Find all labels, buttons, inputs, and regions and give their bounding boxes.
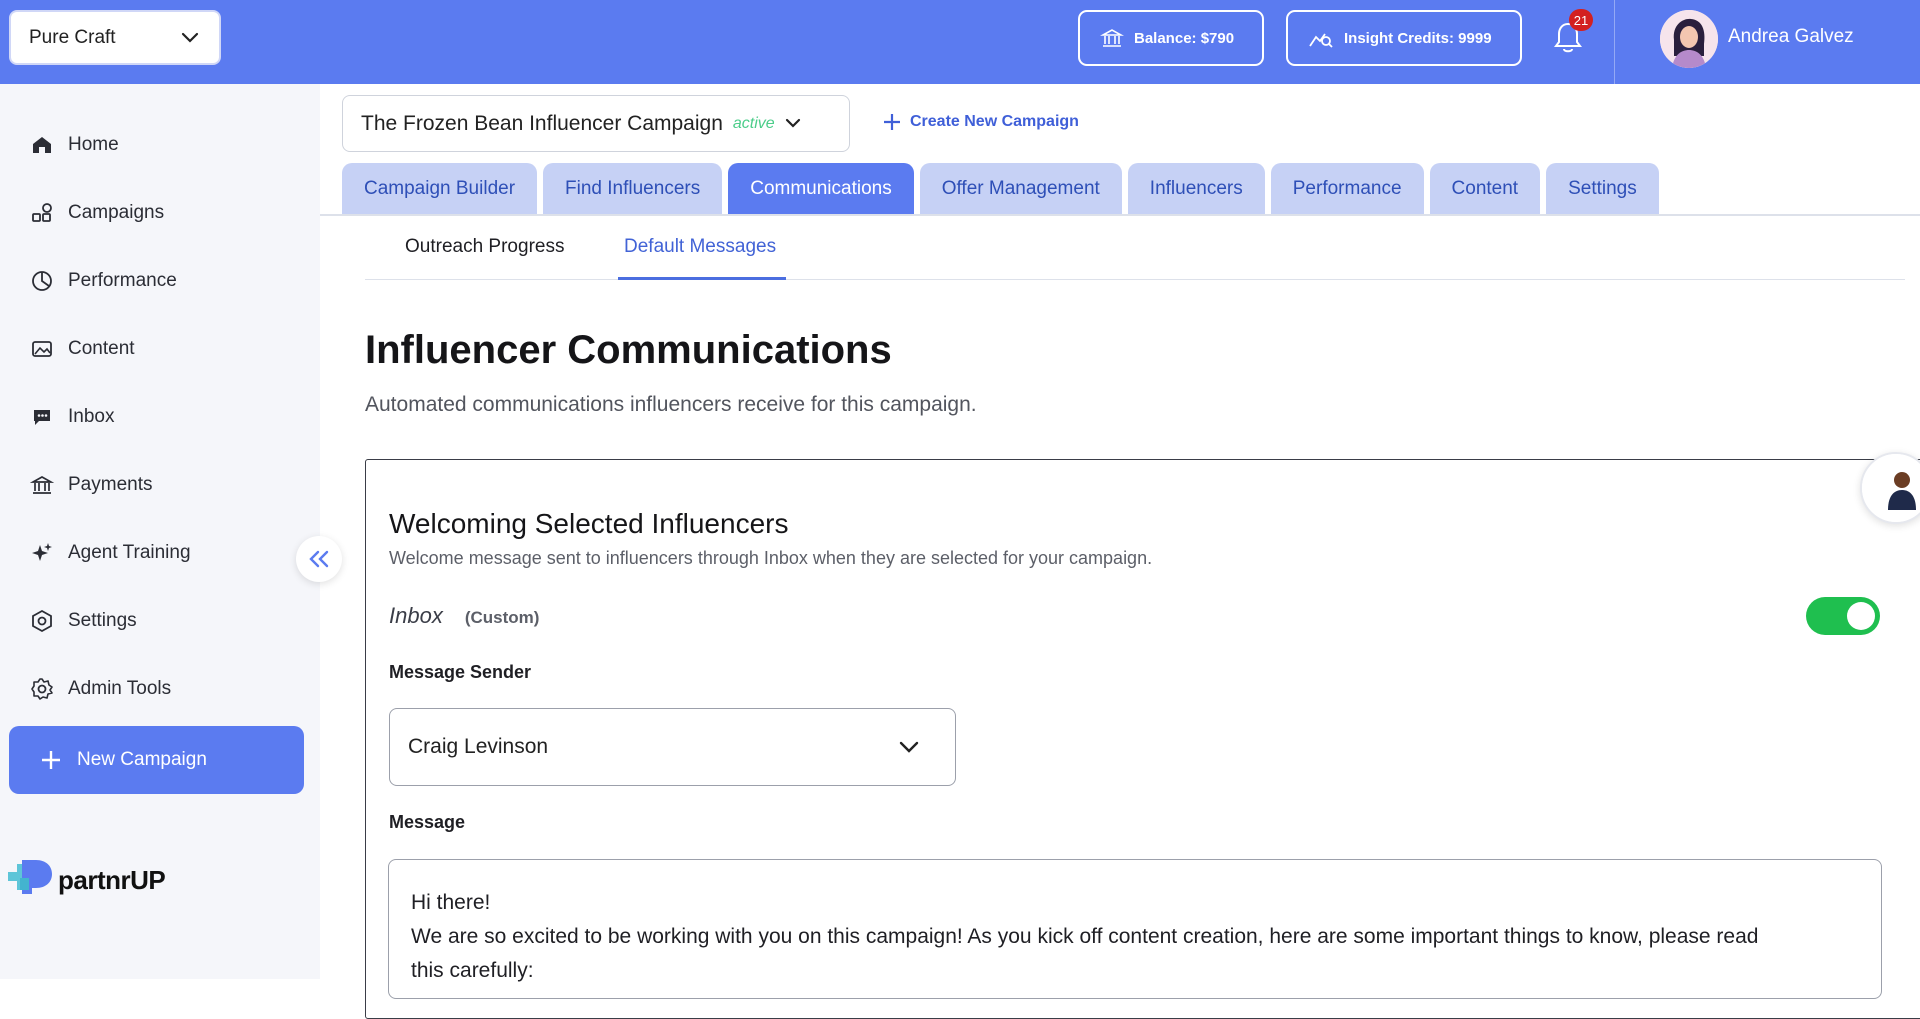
tab-find-influencers[interactable]: Find Influencers xyxy=(543,163,723,214)
user-name: Andrea Galvez xyxy=(1728,26,1854,47)
sidebar-item-label: Agent Training xyxy=(68,542,191,563)
plus-icon xyxy=(884,114,900,130)
subtab-outreach-progress[interactable]: Outreach Progress xyxy=(405,236,564,258)
message-sender-select[interactable]: Craig Levinson xyxy=(389,708,956,786)
message-textarea[interactable]: Hi there! We are so excited to be workin… xyxy=(388,859,1882,999)
top-bar: Pure Craft Balance: $790 Insight Credits… xyxy=(0,0,1920,84)
sidebar-item-performance[interactable]: Performance xyxy=(30,266,177,296)
campaign-select[interactable]: The Frozen Bean Influencer Campaign acti… xyxy=(342,95,850,152)
page-title: Influencer Communications xyxy=(365,328,892,372)
logo-text: partnrUP xyxy=(58,864,166,895)
balance-label: Balance: $790 xyxy=(1134,29,1235,47)
assistant-avatar-icon xyxy=(1862,454,1920,522)
tab-performance[interactable]: Performance xyxy=(1270,163,1424,214)
sidebar-item-admin-tools[interactable]: Admin Tools xyxy=(30,674,171,704)
card-description: Welcome message sent to influencers thro… xyxy=(389,548,1153,568)
sidebar-item-label: Settings xyxy=(68,610,137,631)
partnrup-logo: partnrUP xyxy=(8,858,166,902)
avatar[interactable] xyxy=(1660,10,1718,68)
sidebar-item-settings[interactable]: Settings xyxy=(30,606,137,636)
message-label: Message xyxy=(389,812,466,832)
partnrup-logo-mark xyxy=(8,860,52,894)
campaign-tabs: Campaign Builder Find Influencers Commun… xyxy=(342,163,1659,214)
chat-icon xyxy=(34,410,50,425)
sidebar-item-label: Payments xyxy=(68,474,153,495)
insight-credits-button[interactable]: Insight Credits: 9999 xyxy=(1286,10,1522,66)
bank-icon xyxy=(1100,29,1124,47)
card-title: Welcoming Selected Influencers xyxy=(389,508,789,539)
message-sender-label: Message Sender xyxy=(389,662,532,682)
sidebar: Home Campaigns Performance Content Inbox… xyxy=(0,84,320,979)
pie-chart-icon xyxy=(32,271,52,291)
double-chevron-left-icon xyxy=(309,550,329,568)
bank-icon xyxy=(30,476,54,494)
sparkle-icon xyxy=(32,543,52,561)
insight-chart-icon xyxy=(1309,33,1333,48)
workspace-select-value: Pure Craft xyxy=(29,26,116,48)
tab-communications[interactable]: Communications xyxy=(728,163,914,214)
sidebar-item-label: Content xyxy=(68,338,135,359)
tab-settings[interactable]: Settings xyxy=(1546,163,1659,214)
active-subtab-indicator xyxy=(618,277,786,280)
tabs-divider xyxy=(320,214,1920,216)
topbar-divider xyxy=(1614,0,1615,84)
new-campaign-label: New Campaign xyxy=(77,749,207,770)
image-icon xyxy=(32,341,52,357)
channel-name: Inbox xyxy=(389,603,443,628)
workspace-select[interactable]: Pure Craft xyxy=(9,10,221,65)
tab-campaign-builder[interactable]: Campaign Builder xyxy=(342,163,538,214)
message-line: Hi there! xyxy=(411,891,491,914)
tab-content[interactable]: Content xyxy=(1429,163,1541,214)
toggle-knob xyxy=(1847,602,1875,630)
subtab-default-messages[interactable]: Default Messages xyxy=(624,236,776,258)
page-subtitle: Automated communications influencers rec… xyxy=(365,393,977,416)
tab-influencers[interactable]: Influencers xyxy=(1127,163,1265,214)
user-avatar-illustration xyxy=(1660,10,1718,68)
sidebar-item-label: Inbox xyxy=(68,406,115,427)
sidebar-item-content[interactable]: Content xyxy=(30,334,135,364)
sidebar-item-inbox[interactable]: Inbox xyxy=(30,402,114,432)
collapse-sidebar-button[interactable] xyxy=(296,536,342,582)
notification-badge: 21 xyxy=(1569,9,1593,31)
message-line: this carefully: xyxy=(411,959,534,982)
plus-icon xyxy=(42,751,60,769)
home-icon xyxy=(33,137,51,153)
sidebar-item-label: Home xyxy=(68,134,119,155)
create-new-campaign-link[interactable]: Create New Campaign xyxy=(882,112,1079,132)
chevron-down-icon xyxy=(785,118,800,128)
channel-row: Inbox (Custom) xyxy=(389,603,539,629)
new-campaign-button[interactable]: New Campaign xyxy=(9,726,304,794)
gear-icon xyxy=(31,678,53,700)
chevron-down-icon xyxy=(181,32,199,43)
message-line: We are so excited to be working with you… xyxy=(411,925,1759,948)
campaign-name: The Frozen Bean Influencer Campaign xyxy=(361,111,723,135)
sidebar-item-label: Performance xyxy=(68,270,177,291)
balance-button[interactable]: Balance: $790 xyxy=(1078,10,1264,66)
campaigns-icon xyxy=(32,203,52,222)
create-new-campaign-label: Create New Campaign xyxy=(910,113,1079,130)
sidebar-item-home[interactable]: Home xyxy=(30,130,119,160)
chevron-down-icon xyxy=(899,741,919,753)
channel-tag: (Custom) xyxy=(464,608,540,627)
sidebar-item-agent-training[interactable]: Agent Training xyxy=(30,538,191,568)
sidebar-item-label: Campaigns xyxy=(68,202,165,223)
subtabs-divider xyxy=(365,279,1905,280)
sidebar-item-label: Admin Tools xyxy=(68,678,172,699)
tab-offer-management[interactable]: Offer Management xyxy=(919,163,1122,214)
message-sender-value: Craig Levinson xyxy=(408,735,549,758)
campaign-status: active xyxy=(732,114,775,132)
sidebar-item-campaigns[interactable]: Campaigns xyxy=(30,198,164,228)
enable-toggle[interactable] xyxy=(1806,597,1880,635)
sidebar-item-payments[interactable]: Payments xyxy=(30,470,152,500)
hexagon-settings-icon xyxy=(32,609,52,633)
insight-credits-label: Insight Credits: 9999 xyxy=(1344,29,1492,47)
